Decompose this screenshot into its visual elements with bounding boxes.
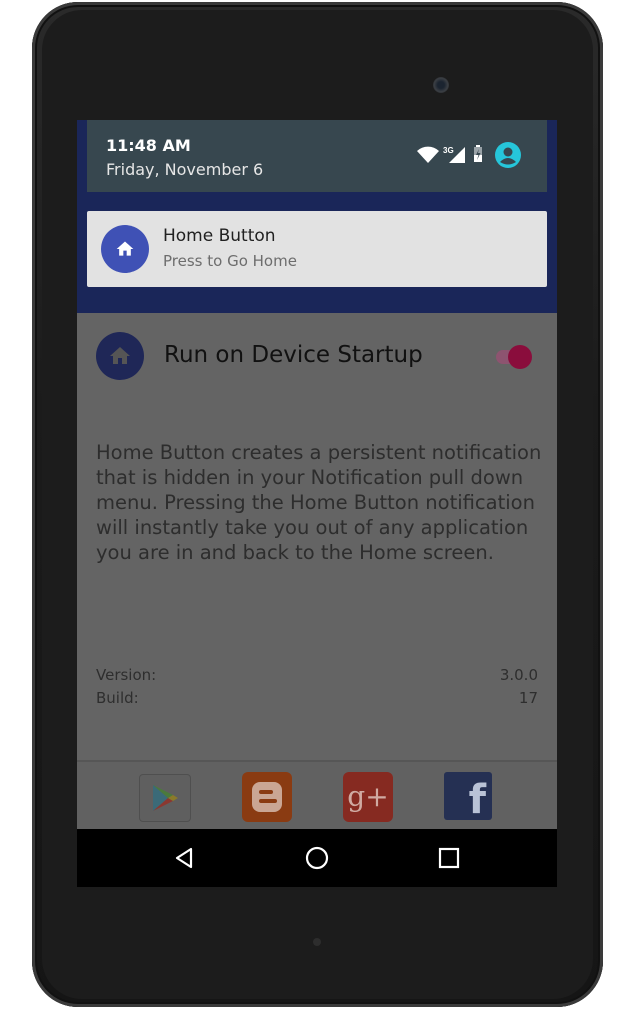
back-icon[interactable] bbox=[171, 845, 197, 871]
startup-setting-row[interactable]: Run on Device Startup bbox=[77, 332, 557, 382]
navigation-bar bbox=[77, 829, 557, 887]
blogger-glyph bbox=[252, 782, 282, 812]
notification-home-icon bbox=[101, 225, 149, 273]
build-row: Build: 17 bbox=[96, 689, 538, 711]
notification-text: Press to Go Home bbox=[163, 252, 297, 270]
user-avatar-icon[interactable] bbox=[495, 142, 521, 168]
version-label: Version: bbox=[96, 666, 157, 684]
clock-time: 11:48 AM bbox=[106, 136, 191, 155]
notification-title: Home Button bbox=[163, 226, 276, 246]
cell-signal-icon: 3G bbox=[443, 146, 465, 163]
blogger-line-2 bbox=[259, 799, 277, 803]
google-plus-glyph: g+ bbox=[347, 780, 389, 813]
toggle-thumb bbox=[508, 345, 532, 369]
facebook-glyph: f bbox=[468, 777, 486, 820]
home-nav-icon[interactable] bbox=[304, 845, 330, 871]
home-button-notification[interactable]: Home Button Press to Go Home bbox=[87, 211, 547, 287]
startup-toggle[interactable] bbox=[494, 345, 534, 369]
app-home-icon bbox=[96, 332, 144, 380]
version-value: 3.0.0 bbox=[499, 666, 538, 684]
clock-date: Friday, November 6 bbox=[106, 160, 264, 179]
setting-label: Run on Device Startup bbox=[164, 342, 423, 368]
version-row: Version: 3.0.0 bbox=[96, 666, 538, 688]
app-description: Home Button creates a persistent notific… bbox=[96, 441, 542, 564]
front-camera bbox=[433, 77, 449, 93]
screen: Run on Device Startup Home Button create… bbox=[77, 120, 557, 887]
microphone bbox=[313, 938, 321, 946]
recents-icon[interactable] bbox=[436, 845, 462, 871]
wifi-icon bbox=[417, 146, 439, 163]
play-store-icon[interactable] bbox=[139, 774, 191, 822]
notification-shade[interactable]: 11:48 AM Friday, November 6 3G Home Butt… bbox=[77, 120, 557, 313]
facebook-icon[interactable]: f bbox=[444, 772, 492, 820]
quick-settings-header[interactable]: 11:48 AM Friday, November 6 3G bbox=[87, 120, 547, 192]
google-plus-icon[interactable]: g+ bbox=[343, 772, 393, 822]
network-type: 3G bbox=[443, 146, 454, 155]
blogger-line-1 bbox=[259, 790, 273, 794]
battery-icon bbox=[474, 145, 482, 162]
social-icon-bar: g+ f bbox=[77, 760, 557, 830]
status-icons: 3G bbox=[417, 142, 547, 168]
build-value: 17 bbox=[518, 689, 538, 707]
build-label: Build: bbox=[96, 689, 139, 707]
blogger-icon[interactable] bbox=[242, 772, 292, 822]
